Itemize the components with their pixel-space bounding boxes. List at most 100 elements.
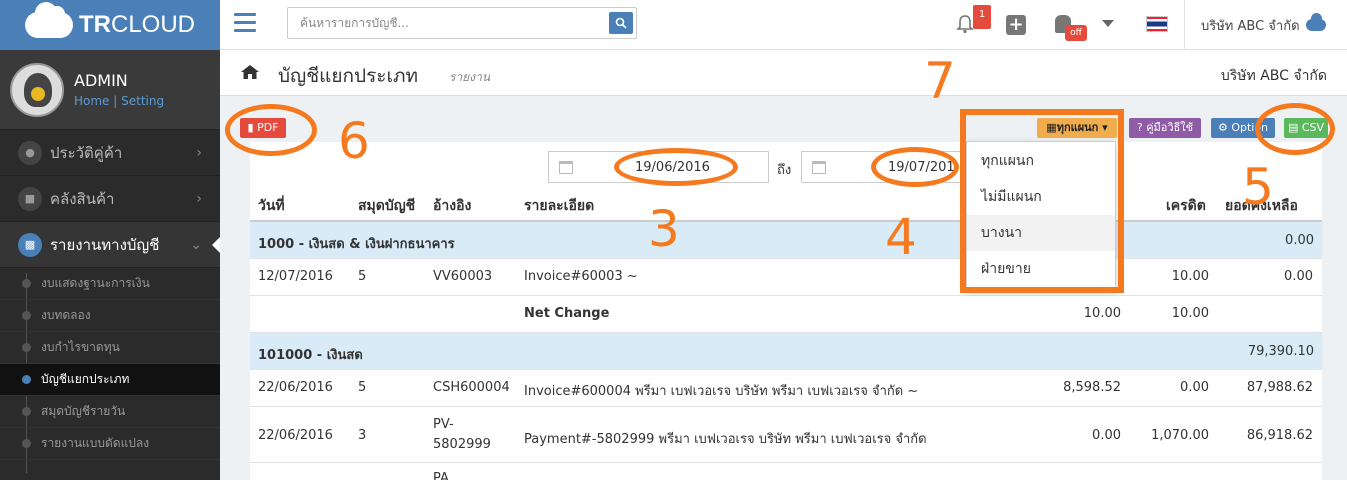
date-to-label: ถึง	[777, 163, 792, 178]
cell-credit: 1,070.00	[1151, 428, 1209, 443]
column-header-detail: รายละเอียด	[524, 198, 595, 214]
annotation-box-department	[960, 109, 1124, 293]
home-link[interactable]: Home	[74, 94, 109, 108]
hamburger-menu-icon[interactable]	[234, 13, 256, 37]
sidebar-subitem-general-ledger[interactable]: บัญชีแยกประเภท	[0, 364, 220, 396]
column-header-credit: เครดิต	[1166, 198, 1206, 214]
annotation-number-7: 7	[924, 52, 956, 110]
cloud-icon	[24, 2, 73, 38]
cell-credit: 10.00	[1171, 306, 1209, 321]
user-name: ADMIN	[74, 71, 128, 90]
sidebar-subitem-profit-loss[interactable]: งบกำไรขาดทุน	[0, 332, 220, 364]
bullet-icon	[22, 375, 31, 384]
table-row[interactable]: 22/06/2016 5 CSH600004 Invoice#600004 พร…	[250, 370, 1322, 407]
annotation-number-4: 4	[885, 208, 917, 266]
setting-link[interactable]: Setting	[121, 94, 164, 108]
subitem-label: งบทดลอง	[41, 308, 91, 322]
chevron-right-icon: ›	[196, 190, 202, 207]
sidebar: TRCLOUD ADMIN Home | Setting ● ประวัติคู…	[0, 0, 220, 480]
cell-detail: Payment#-5802999 พรีมา เบฟเวอเรจ บริษัท …	[524, 432, 927, 447]
account-group-row: 1000 - เงินสด & เงินฝากธนาคาร 0.00	[250, 222, 1322, 259]
annotation-ring-date-to	[871, 147, 959, 187]
annotation-ring-pdf	[225, 104, 317, 156]
subitem-label: งบกำไรขาดทุน	[41, 340, 120, 354]
annotation-number-3: 3	[648, 200, 680, 258]
search-box	[287, 7, 637, 39]
cell-debit: 10.00	[1083, 306, 1121, 321]
sidebar-item-label: ประวัติคู่ค้า	[50, 143, 123, 162]
bullet-icon	[22, 311, 31, 320]
calendar-icon	[559, 161, 573, 174]
home-icon[interactable]	[241, 65, 259, 79]
subitem-label: งบแสดงฐานะการเงิน	[41, 276, 150, 290]
cell-ref-line1: PA	[433, 471, 449, 480]
bullet-icon	[22, 279, 31, 288]
bullet-icon	[22, 407, 31, 416]
page-title: บัญชีแยกประเภท	[278, 65, 419, 87]
search-button[interactable]	[609, 12, 633, 34]
table-row[interactable]: 12/07/2016 5 VV60003 Invoice#60003 ~ 10.…	[250, 259, 1322, 296]
subitem-label: รายงานแบบดัดแปลง	[41, 436, 150, 450]
table-row[interactable]: PA	[250, 463, 1322, 480]
annotation-ring-date-from	[614, 148, 738, 186]
sidebar-item-label: รายงานทางบัญชี	[50, 235, 160, 254]
cell-book: 5	[358, 269, 367, 284]
cell-date: 12/07/2016	[258, 269, 333, 284]
bullet-icon	[22, 439, 31, 448]
cell-ref-line2: 5802999	[433, 437, 491, 452]
page-header: บัญชีแยกประเภท รายงาน บริษัท ABC จำกัด	[220, 50, 1347, 96]
subitem-label: สมุดบัญชีรายวัน	[41, 404, 126, 418]
cell-debit: 8,598.52	[1063, 380, 1121, 395]
sidebar-subitem-journal[interactable]: สมุดบัญชีรายวัน	[0, 396, 220, 428]
subitem-label: บัญชีแยกประเภท	[41, 372, 130, 386]
sidebar-item-label: คลังสินค้า	[50, 189, 115, 208]
avatar	[10, 62, 64, 117]
company-selector[interactable]: บริษัท ABC จำกัด	[1184, 0, 1326, 50]
cell-detail: Invoice#60003 ~	[524, 269, 638, 284]
annotation-ring-csv	[1255, 103, 1335, 155]
cell-ref: CSH600004	[433, 380, 510, 395]
thai-flag-icon[interactable]	[1146, 16, 1168, 32]
cell-balance: 87,988.62	[1246, 380, 1313, 395]
sidebar-subitem-custom-report[interactable]: รายงานแบบดัดแปลง	[0, 428, 220, 460]
cell-balance: 86,918.62	[1246, 428, 1313, 443]
bell-icon[interactable]	[956, 14, 974, 34]
table-row[interactable]: 22/06/2016 3 PV- 5802999 Payment#-580299…	[250, 407, 1322, 463]
annotation-number-5: 5	[1242, 158, 1274, 216]
page-company: บริษัท ABC จำกัด	[1220, 68, 1327, 84]
top-bar: 1 + off บริษัท ABC จำกัด	[220, 0, 1347, 50]
net-change-row: Net Change 10.00 10.00	[250, 296, 1322, 333]
guide-button[interactable]: ? คู่มือวิธีใช้	[1129, 118, 1201, 138]
column-header-book: สมุดบัญชี	[358, 198, 416, 214]
column-header-ref: อ้างอิง	[433, 198, 472, 214]
group-balance: 0.00	[1285, 233, 1314, 248]
sidebar-item-inventory[interactable]: ■ คลังสินค้า ›	[0, 176, 220, 222]
cloud-icon	[1305, 13, 1326, 31]
caret-down-icon[interactable]	[1102, 20, 1114, 27]
search-input[interactable]	[288, 8, 588, 38]
truck-icon: ■	[18, 186, 42, 211]
calendar-icon	[812, 161, 826, 174]
account-group-row: 101000 - เงินสด 79,390.10	[250, 333, 1322, 370]
cell-balance: 0.00	[1284, 269, 1313, 284]
cell-detail: Net Change	[524, 306, 610, 321]
logo-text: TRCLOUD	[78, 11, 195, 38]
cell-book: 3	[358, 428, 367, 443]
cell-date: 22/06/2016	[258, 428, 333, 443]
column-header-date: วันที่	[258, 198, 285, 214]
add-icon[interactable]: +	[1006, 15, 1026, 35]
sidebar-item-accounting-reports[interactable]: ▩ รายงานทางบัญชี ⌄	[0, 222, 220, 268]
cell-ref: VV60003	[433, 269, 493, 284]
cell-detail: Invoice#600004 พรีมา เบฟเวอเรจ บริษัท พร…	[524, 384, 919, 399]
cell-credit: 10.00	[1171, 269, 1209, 284]
annotation-number-6: 6	[338, 112, 370, 170]
cell-debit: 0.00	[1092, 428, 1121, 443]
sidebar-item-partners[interactable]: ● ประวัติคู่ค้า ›	[0, 130, 220, 176]
chevron-down-icon: ⌄	[190, 236, 202, 253]
users-icon: ●	[18, 140, 42, 165]
sidebar-subitem-trial-balance[interactable]: งบทดลอง	[0, 300, 220, 332]
report-icon: ▩	[18, 232, 42, 257]
group-balance: 79,390.10	[1247, 344, 1314, 359]
sidebar-subitem-balance-sheet[interactable]: งบแสดงฐานะการเงิน	[0, 268, 220, 300]
app-logo[interactable]: TRCLOUD	[0, 0, 220, 50]
